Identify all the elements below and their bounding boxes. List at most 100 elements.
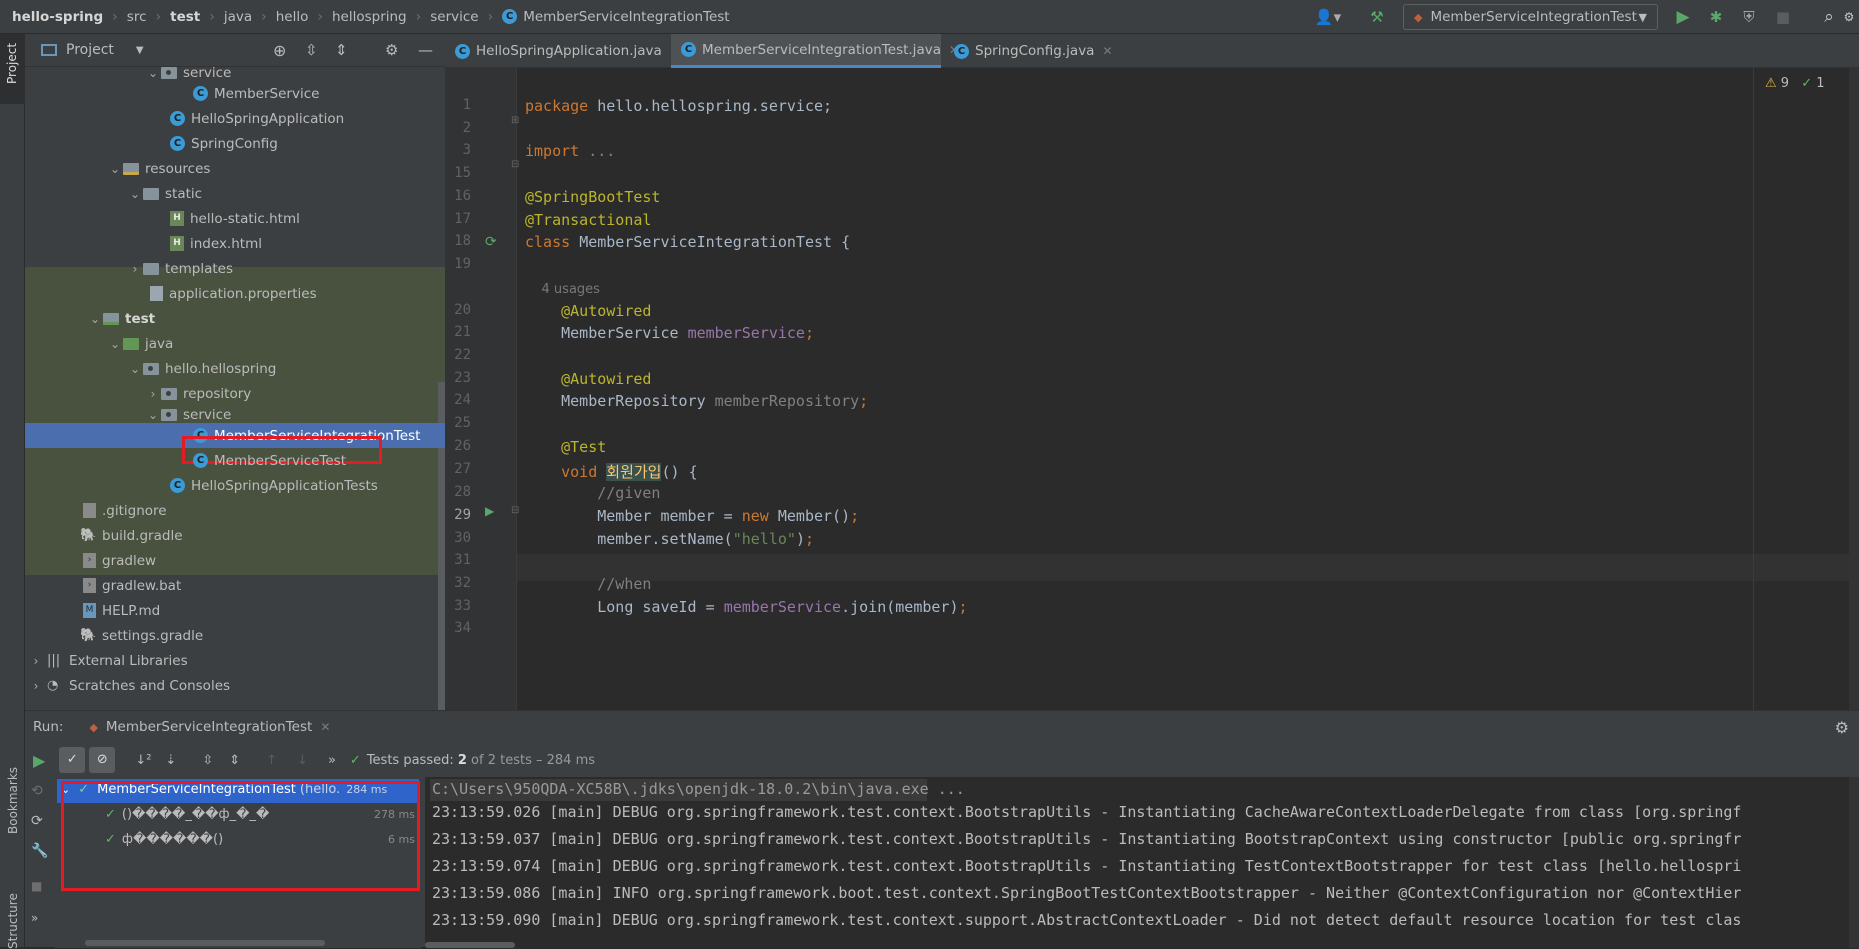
console-scrollbar[interactable]: [1849, 777, 1859, 948]
project-tool-label[interactable]: Project: [5, 43, 19, 84]
chevron-down-icon[interactable]: ▼: [136, 45, 144, 56]
chevron-down-icon[interactable]: ⌄: [107, 337, 123, 351]
show-passed-toggle[interactable]: ✓: [59, 747, 86, 773]
tree-item-resources[interactable]: ⌄ resources: [25, 156, 445, 181]
chevron-right-icon[interactable]: ›: [145, 387, 161, 401]
tree-item-memberservice[interactable]: C MemberService: [25, 81, 445, 106]
code-line[interactable]: void 회원가입() {: [525, 461, 698, 482]
expand-all-icon[interactable]: ⇳: [305, 41, 318, 59]
run-test-method-icon[interactable]: ▶: [485, 504, 494, 518]
breadcrumb-java[interactable]: java: [224, 9, 252, 25]
sort-alpha-icon[interactable]: ↓²: [135, 753, 151, 768]
search-icon[interactable]: ⌕: [1819, 7, 1839, 27]
code-line[interactable]: //when: [525, 575, 651, 593]
run-configuration-select[interactable]: ◆ MemberServiceIntegrationTest ▼: [1403, 4, 1658, 30]
close-icon[interactable]: ✕: [320, 720, 330, 734]
next-failed-icon[interactable]: ↓: [297, 753, 308, 768]
close-icon[interactable]: ✕: [1102, 44, 1112, 58]
tree-item-application-properties[interactable]: application.properties: [25, 281, 445, 306]
previous-failed-icon[interactable]: ↑: [266, 753, 277, 768]
user-icon[interactable]: 👤▾: [1310, 7, 1346, 27]
tab-hellospringapplication[interactable]: CHelloSpringApplication.java✕: [445, 34, 680, 68]
coverage-icon[interactable]: ⛨: [1739, 7, 1759, 27]
hide-panel-icon[interactable]: —: [418, 41, 433, 59]
chevron-right-icon[interactable]: ›: [25, 654, 47, 668]
refresh-icon[interactable]: ⟳: [31, 813, 43, 829]
tree-item-gradlew-bat[interactable]: › gradlew.bat: [25, 573, 445, 598]
code-line[interactable]: 4 usages: [525, 279, 600, 297]
show-ignored-toggle[interactable]: ⊘: [89, 747, 116, 773]
breadcrumb-test[interactable]: test: [170, 9, 200, 25]
code-line[interactable]: MemberService memberService;: [525, 324, 814, 342]
gear-icon[interactable]: ⚙: [1835, 718, 1849, 737]
tree-item-hellospringapplicationtests[interactable]: C HelloSpringApplicationTests: [25, 473, 445, 498]
tree-item-hello-static-html[interactable]: Hhello-static.html: [25, 206, 445, 231]
tree-item-springconfig[interactable]: C SpringConfig: [25, 131, 445, 156]
locate-icon[interactable]: ⊕: [273, 41, 286, 60]
wrench-icon[interactable]: 🔧: [31, 843, 48, 859]
rerun-icon[interactable]: ▶: [33, 751, 45, 770]
bookmarks-tool-label[interactable]: Bookmarks: [6, 767, 20, 834]
code-line[interactable]: Member member = new Member();: [525, 507, 859, 525]
console-h-scrollbar[interactable]: [425, 942, 515, 948]
sort-duration-icon[interactable]: ⇣: [165, 753, 176, 768]
tree-item-settings-gradle[interactable]: 🐘 settings.gradle: [25, 623, 445, 648]
fold-icon[interactable]: ⊟: [511, 505, 519, 516]
tree-item-help-md[interactable]: M HELP.md: [25, 598, 445, 623]
breadcrumb-class[interactable]: MemberServiceIntegrationTest: [523, 9, 729, 25]
collapse-all-icon[interactable]: ⇕: [229, 753, 240, 768]
tree-item-hello-hellospring[interactable]: ⌄ hello.hellospring: [25, 356, 445, 381]
code-line[interactable]: //given: [525, 484, 660, 502]
debug-icon[interactable]: ✱: [1706, 7, 1726, 27]
run-test-class-icon[interactable]: ⟳: [485, 234, 497, 250]
run-tab-label[interactable]: MemberServiceIntegrationTest: [106, 719, 312, 735]
gear-icon[interactable]: ⚙: [385, 41, 398, 59]
more-icon[interactable]: »: [328, 753, 336, 768]
code-line[interactable]: import ...: [525, 142, 615, 160]
build-hammer-icon[interactable]: ⚒: [1367, 7, 1387, 27]
code-line[interactable]: package hello.hellospring.service;: [525, 97, 832, 115]
chevron-down-icon[interactable]: ⌄: [127, 187, 143, 201]
tree-item-static[interactable]: ⌄ static: [25, 181, 445, 206]
test-tree-scrollbar[interactable]: [85, 940, 325, 946]
breadcrumb-project[interactable]: hello-spring: [12, 9, 103, 25]
tree-item-gitignore[interactable]: .gitignore: [25, 498, 445, 523]
chevron-down-icon[interactable]: ⌄: [145, 67, 161, 80]
code-line[interactable]: @Test: [525, 438, 606, 456]
collapse-all-icon[interactable]: ⇕: [335, 41, 348, 59]
tree-item-test[interactable]: ⌄ test: [25, 306, 445, 331]
code-line[interactable]: @SpringBootTest: [525, 188, 660, 206]
code-line[interactable]: @Transactional: [525, 211, 651, 229]
settings-icon[interactable]: ⚙: [1842, 7, 1856, 27]
expand-all-icon[interactable]: ⇳: [202, 753, 213, 768]
chevron-right-icon[interactable]: ›: [25, 679, 47, 693]
chevron-down-icon[interactable]: ⌄: [127, 362, 143, 376]
more-icon[interactable]: »: [31, 911, 38, 925]
structure-tool-label[interactable]: Structure: [6, 893, 20, 949]
chevron-down-icon[interactable]: ⌄: [145, 408, 161, 422]
stop-icon[interactable]: ■: [31, 879, 42, 893]
tree-item-hellospringapplication[interactable]: C HelloSpringApplication: [25, 106, 445, 131]
stop-icon[interactable]: ■: [1773, 7, 1793, 27]
fold-icon[interactable]: ⊟: [511, 159, 519, 170]
tree-item-build-gradle[interactable]: 🐘 build.gradle: [25, 523, 445, 548]
chevron-down-icon[interactable]: ⌄: [107, 162, 123, 176]
chevron-right-icon[interactable]: ›: [127, 262, 143, 276]
chevron-down-icon[interactable]: ⌄: [87, 312, 103, 326]
inspection-widget[interactable]: ⚠ 9 ✓ 1: [1765, 76, 1825, 91]
tree-item-index-html[interactable]: Hindex.html: [25, 231, 445, 256]
tab-springconfig[interactable]: C SpringConfig.java ✕: [944, 34, 1114, 68]
code-line[interactable]: @Autowired: [525, 302, 651, 320]
code-line[interactable]: @Autowired: [525, 370, 651, 388]
tree-item-gradlew[interactable]: › gradlew: [25, 548, 445, 573]
fold-icon[interactable]: ⊞: [511, 115, 519, 126]
tree-item-scratches[interactable]: › ◔ Scratches and Consoles: [25, 673, 445, 698]
tree-item-memberservicetest[interactable]: C MemberServiceTest: [25, 448, 445, 473]
tree-item-external-libraries[interactable]: › ||| External Libraries: [25, 648, 445, 673]
run-icon[interactable]: ▶: [1673, 7, 1693, 27]
breadcrumb-service[interactable]: service: [430, 9, 478, 25]
tree-item-templates[interactable]: › templates: [25, 256, 445, 281]
code-line[interactable]: member.setName("hello");: [525, 530, 814, 548]
editor-scrollbar[interactable]: [1849, 68, 1859, 710]
code-line[interactable]: Long saveId = memberService.join(member)…: [525, 598, 967, 616]
